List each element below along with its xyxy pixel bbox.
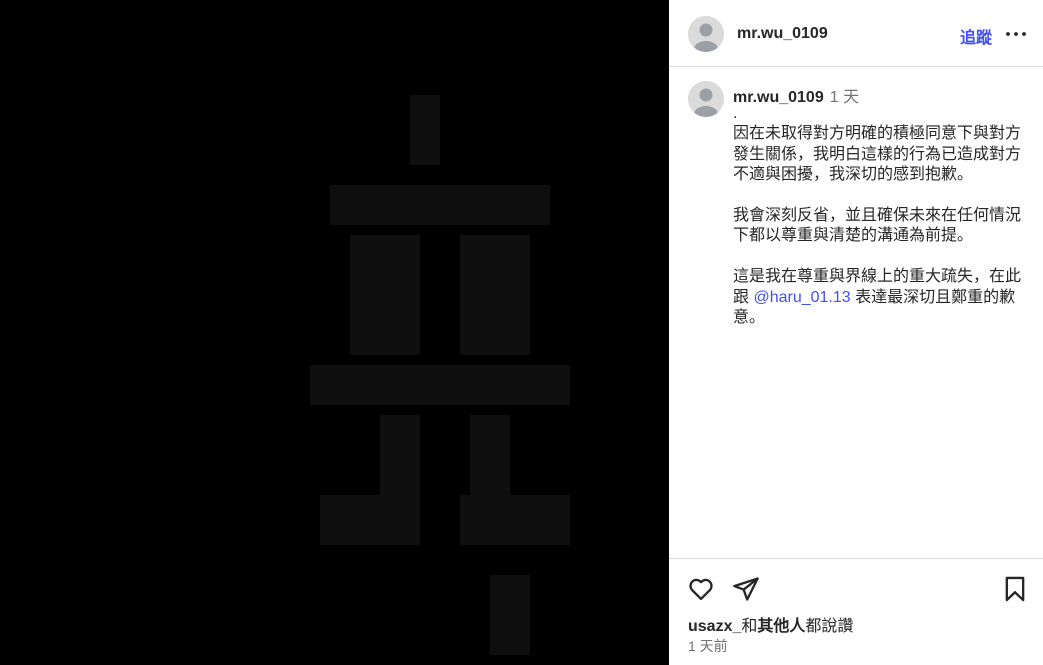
likes-summary[interactable]: usazx_和其他人都說讚	[688, 612, 853, 636]
post-header: mr.wu_0109 追蹤	[669, 0, 1043, 67]
likes-and: 和	[741, 618, 758, 635]
likes-suffix: 都說讚	[805, 618, 854, 635]
likes-others[interactable]: 其他人	[757, 618, 805, 635]
author-avatar[interactable]	[688, 16, 724, 52]
liker-username[interactable]: usazx_	[688, 618, 741, 635]
more-options-icon[interactable]	[1004, 22, 1028, 46]
caption-avatar[interactable]	[688, 81, 724, 117]
caption-paragraph-2: 我會深刻反省，並且確保未來在任何情況下都以尊重與清楚的溝通為前提。	[733, 207, 1022, 245]
follow-button[interactable]: 追蹤	[960, 24, 992, 48]
caption-paragraph-1: 因在未取得對方明確的積極同意下與對方發生關係，我明白這樣的行為已造成對方不適與困…	[733, 125, 1022, 184]
default-avatar-icon	[688, 16, 724, 52]
media-image	[310, 95, 570, 655]
author-username[interactable]: mr.wu_0109	[737, 25, 828, 43]
post-media[interactable]	[0, 0, 669, 665]
post-time-ago[interactable]: 1 天前	[688, 636, 728, 656]
default-avatar-icon	[688, 81, 724, 117]
mention-link[interactable]: @haru_01.13	[753, 289, 850, 306]
post-actions: usazx_和其他人都說讚 1 天前	[669, 558, 1043, 665]
post-side-panel: mr.wu_0109 追蹤 mr.wu_0109 1 天 . 因在未取得對方明確的…	[669, 0, 1043, 665]
caption-text: . 因在未取得對方明確的積極同意下與對方發生關係，我明白這樣的行為已造成對方不適…	[733, 104, 1033, 328]
heart-icon[interactable]	[687, 575, 715, 603]
bookmark-icon[interactable]	[1001, 575, 1029, 603]
caption-paragraph-3: 這是我在尊重與界線上的重大疏失，在此跟 @haru_01.13 表達最深切且鄭重…	[733, 268, 1021, 326]
caption-dot: .	[733, 105, 738, 122]
paper-plane-icon[interactable]	[732, 575, 760, 603]
